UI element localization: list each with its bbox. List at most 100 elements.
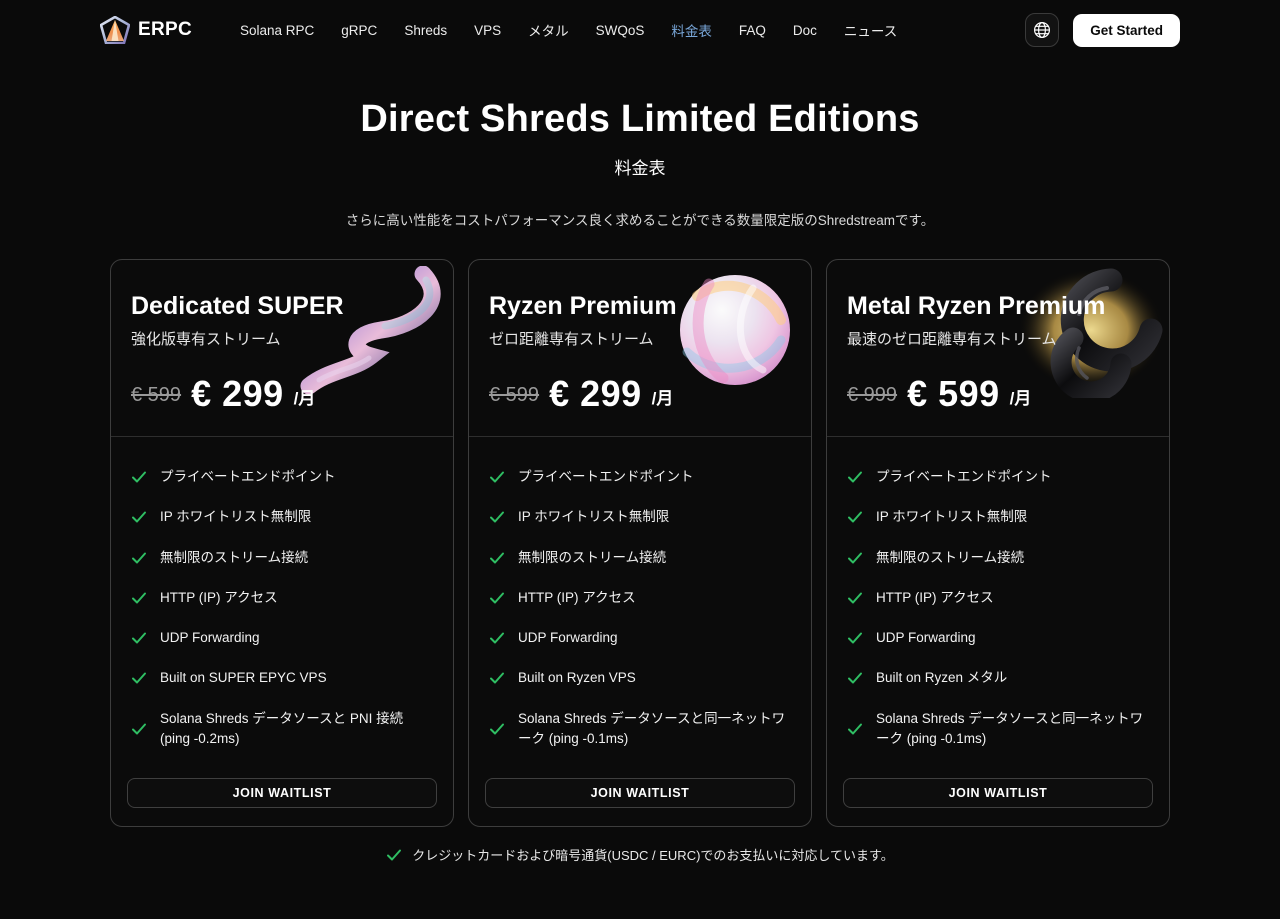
plan-footer: JOIN WAITLIST: [111, 778, 453, 826]
nav-item-solana-rpc[interactable]: Solana RPC: [240, 23, 314, 38]
check-icon: [490, 672, 504, 684]
feature-item: HTTP (IP) アクセス: [489, 588, 791, 608]
nav-item-grpc[interactable]: gRPC: [341, 23, 377, 38]
feature-item: UDP Forwarding: [131, 628, 433, 648]
feature-item: プライベートエンドポイント: [131, 467, 433, 487]
price-period: /月: [651, 389, 674, 408]
globe-icon: [1034, 21, 1051, 39]
check-icon: [490, 723, 504, 735]
plan-footer: JOIN WAITLIST: [827, 778, 1169, 826]
price-period: /月: [1009, 389, 1032, 408]
feature-item: Solana Shreds データソースと同一ネットワーク (ping -0.1…: [847, 709, 1149, 750]
feature-item: プライベートエンドポイント: [489, 467, 791, 487]
join-waitlist-button[interactable]: JOIN WAITLIST: [127, 778, 437, 808]
check-icon: [132, 592, 146, 604]
language-button[interactable]: [1025, 13, 1060, 47]
nav-item-shreds[interactable]: Shreds: [404, 23, 447, 38]
plan-price-row: € 599 € 299 /月: [489, 376, 791, 412]
payment-note: クレジットカードおよび暗号通貨(USDC / EURC)でのお支払いに対応してい…: [0, 845, 1280, 864]
page-subtitle: 料金表: [614, 159, 666, 178]
check-icon: [132, 723, 146, 735]
check-icon: [387, 849, 402, 860]
feature-item: 無制限のストリーム接続: [847, 548, 1149, 568]
feature-item: IP ホワイトリスト無制限: [489, 507, 791, 527]
join-waitlist-button[interactable]: JOIN WAITLIST: [485, 778, 795, 808]
check-icon: [132, 552, 146, 564]
nav-item-vps[interactable]: VPS: [474, 23, 501, 38]
nav-links: Solana RPC gRPC Shreds VPS メタル SWQoS 料金表…: [240, 20, 897, 40]
nav-item-pricing[interactable]: 料金表: [671, 20, 712, 40]
page-title: Direct Shreds Limited Editions: [360, 98, 920, 140]
nav-item-news[interactable]: ニュース: [844, 20, 897, 40]
plan-tagline: 強化版専有ストリーム: [131, 331, 281, 348]
feature-item: UDP Forwarding: [489, 628, 791, 648]
plan-card-metal-ryzen-premium: Metal Ryzen Premium 最速のゼロ距離専有ストリーム € 999…: [826, 259, 1170, 827]
plan-footer: JOIN WAITLIST: [469, 778, 811, 826]
get-started-button[interactable]: Get Started: [1073, 13, 1180, 47]
original-price: € 599: [131, 384, 182, 406]
check-icon: [848, 471, 862, 483]
feature-item: Built on Ryzen メタル: [847, 668, 1149, 688]
nav-actions: Get Started: [1025, 13, 1180, 47]
feature-list: プライベートエンドポイント IP ホワイトリスト無制限 無制限のストリーム接続 …: [469, 437, 811, 778]
original-price: € 599: [489, 384, 540, 406]
plan-name: Dedicated SUPER: [131, 292, 344, 320]
feature-list: プライベートエンドポイント IP ホワイトリスト無制限 無制限のストリーム接続 …: [827, 437, 1169, 778]
nav-item-metal[interactable]: メタル: [528, 20, 569, 40]
current-price: € 599: [907, 373, 1000, 414]
feature-item: Built on Ryzen VPS: [489, 668, 791, 688]
check-icon: [490, 632, 504, 644]
current-price: € 299: [549, 373, 642, 414]
plan-tagline: ゼロ距離専有ストリーム: [489, 331, 654, 348]
feature-item: HTTP (IP) アクセス: [847, 588, 1149, 608]
feature-item: UDP Forwarding: [847, 628, 1149, 648]
plan-name: Ryzen Premium: [489, 292, 677, 320]
feature-item: HTTP (IP) アクセス: [131, 588, 433, 608]
feature-item: Solana Shreds データソースと同一ネットワーク (ping -0.1…: [489, 709, 791, 750]
check-icon: [490, 592, 504, 604]
check-icon: [490, 511, 504, 523]
check-icon: [490, 552, 504, 564]
feature-item: IP ホワイトリスト無制限: [847, 507, 1149, 527]
check-icon: [490, 471, 504, 483]
erpc-logo-icon: [100, 16, 130, 44]
feature-item: Solana Shreds データソースと PNI 接続 (ping -0.2m…: [131, 709, 433, 750]
check-icon: [848, 552, 862, 564]
plan-name: Metal Ryzen Premium: [847, 292, 1106, 320]
plan-price-row: € 999 € 599 /月: [847, 376, 1149, 412]
nav-item-doc[interactable]: Doc: [793, 23, 817, 38]
nav-item-faq[interactable]: FAQ: [739, 23, 766, 38]
feature-item: 無制限のストリーム接続: [489, 548, 791, 568]
plan-price-row: € 599 € 299 /月: [131, 376, 433, 412]
brand-name: ERPC: [138, 19, 192, 40]
original-price: € 999: [847, 384, 898, 406]
plan-header: Dedicated SUPER 強化版専有ストリーム € 599 € 299 /…: [111, 260, 453, 436]
check-icon: [848, 723, 862, 735]
feature-list: プライベートエンドポイント IP ホワイトリスト無制限 無制限のストリーム接続 …: [111, 437, 453, 778]
check-icon: [132, 632, 146, 644]
current-price: € 299: [191, 373, 284, 414]
check-icon: [132, 672, 146, 684]
price-period: /月: [293, 389, 316, 408]
plan-header: Ryzen Premium ゼロ距離専有ストリーム € 599 € 299 /月: [469, 260, 811, 436]
brand[interactable]: ERPC: [100, 16, 192, 44]
check-icon: [848, 511, 862, 523]
plan-tagline: 最速のゼロ距離専有ストリーム: [847, 331, 1057, 348]
feature-item: IP ホワイトリスト無制限: [131, 507, 433, 527]
check-icon: [132, 471, 146, 483]
check-icon: [848, 672, 862, 684]
feature-item: 無制限のストリーム接続: [131, 548, 433, 568]
join-waitlist-button[interactable]: JOIN WAITLIST: [843, 778, 1153, 808]
nav-item-swqos[interactable]: SWQoS: [596, 23, 645, 38]
plan-card-ryzen-premium: Ryzen Premium ゼロ距離専有ストリーム € 599 € 299 /月…: [468, 259, 812, 827]
feature-item: プライベートエンドポイント: [847, 467, 1149, 487]
hero-section: Direct Shreds Limited Editions 料金表 さらに高い…: [0, 98, 1280, 229]
top-navbar: ERPC Solana RPC gRPC Shreds VPS メタル SWQo…: [0, 0, 1280, 60]
check-icon: [132, 511, 146, 523]
payment-note-text: クレジットカードおよび暗号通貨(USDC / EURC)でのお支払いに対応してい…: [412, 848, 894, 863]
page-description: さらに高い性能をコストパフォーマンス良く求めることができる数量限定版のShred…: [345, 213, 935, 228]
feature-item: Built on SUPER EPYC VPS: [131, 668, 433, 688]
pricing-cards: Dedicated SUPER 強化版専有ストリーム € 599 € 299 /…: [110, 259, 1170, 827]
check-icon: [848, 632, 862, 644]
plan-header: Metal Ryzen Premium 最速のゼロ距離専有ストリーム € 999…: [827, 260, 1169, 436]
